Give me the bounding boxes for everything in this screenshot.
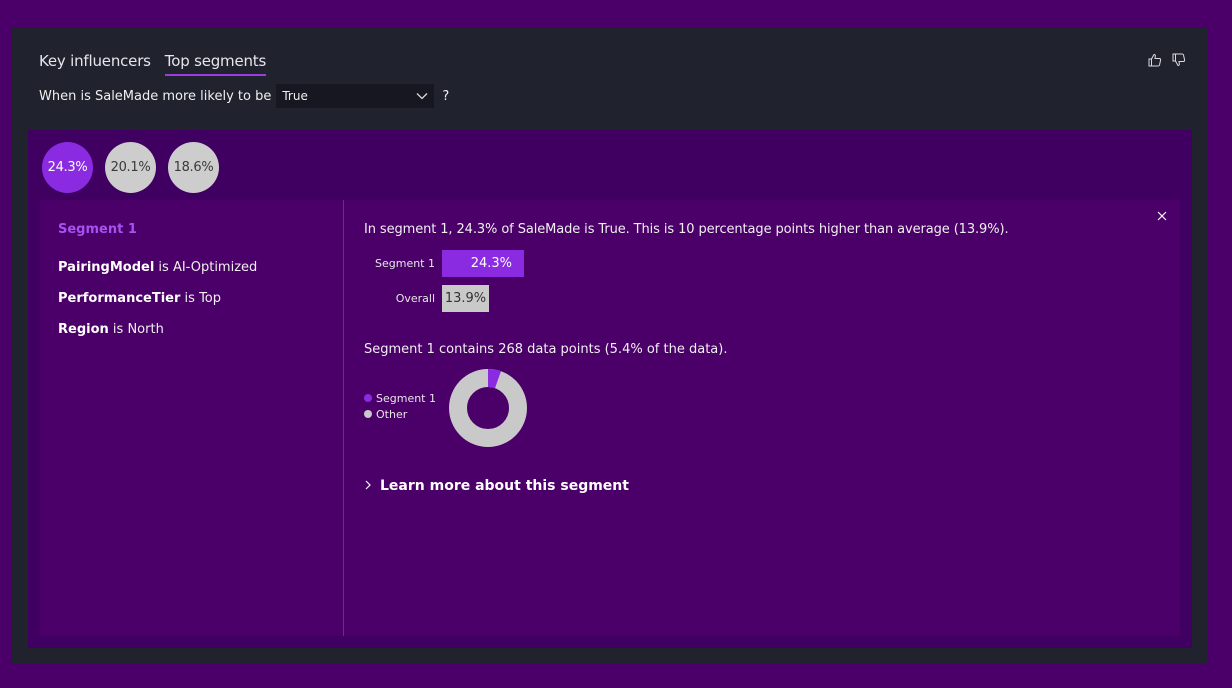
feedback-buttons [1148, 52, 1186, 67]
donut-slice-other [449, 369, 527, 447]
bar-category-label: Segment 1 [375, 257, 435, 270]
segment-statement: In segment 1, 24.3% of SaleMade is True.… [364, 222, 1009, 237]
top-segments-visual: Key influencers Top segments When is Sal… [12, 28, 1208, 664]
legend-item-segment: Segment 1 [364, 390, 436, 406]
thumbs-up-icon[interactable] [1148, 52, 1162, 67]
donut-legend: Segment 1 Other [364, 390, 436, 422]
chevron-down-icon [416, 89, 428, 103]
condition-field: Region [58, 322, 109, 337]
question-row: When is SaleMade more likely to be True … [39, 84, 449, 108]
segments-panel: 24.3% 20.1% 18.6% Segment 1 PairingModel… [28, 130, 1192, 648]
tab-key-influencers[interactable]: Key influencers [39, 52, 151, 76]
condition-field: PerformanceTier [58, 291, 181, 306]
condition-value: North [127, 322, 164, 337]
segment-title: Segment 1 [58, 222, 137, 237]
segment-size-statement: Segment 1 contains 268 data points (5.4%… [364, 342, 728, 357]
learn-more-link[interactable]: Learn more about this segment [364, 478, 629, 494]
thumbs-down-icon[interactable] [1172, 52, 1186, 67]
bar-value-label: 13.9% [444, 291, 487, 306]
segment-condition: Region is North [58, 322, 164, 337]
segment-stats-pane: In segment 1, 24.3% of SaleMade is True.… [364, 200, 1180, 636]
condition-op: is [184, 291, 195, 306]
segment-detail-card: Segment 1 PairingModel is AI-Optimized P… [40, 200, 1180, 636]
segment-bubbles: 24.3% 20.1% 18.6% [42, 142, 219, 193]
condition-op: is [112, 322, 124, 337]
tab-top-segments[interactable]: Top segments [164, 52, 266, 76]
dropdown-selected-value: True [282, 89, 308, 103]
target-value-dropdown[interactable]: True [276, 84, 435, 108]
segment-conditions-pane: Segment 1 PairingModel is AI-Optimized P… [40, 200, 344, 636]
legend-label: Segment 1 [376, 391, 436, 405]
condition-field: PairingModel [58, 260, 155, 275]
legend-label: Other [376, 407, 408, 421]
bar-overall: 13.9% [442, 285, 489, 312]
condition-op: is [158, 260, 169, 275]
bar-row-segment: Segment 1 24.3% [364, 250, 524, 277]
bar-segment-1: 24.3% [442, 250, 524, 277]
question-suffix: ? [442, 88, 450, 104]
condition-value: Top [199, 291, 222, 306]
question-prefix: When is SaleMade more likely to be [39, 88, 272, 104]
segment-condition: PairingModel is AI-Optimized [58, 260, 257, 275]
legend-item-other: Other [364, 406, 436, 422]
bar-category-label: Overall [395, 292, 435, 305]
close-icon[interactable] [1154, 208, 1170, 224]
legend-dot [364, 394, 372, 402]
learn-more-label: Learn more about this segment [380, 478, 629, 494]
chevron-right-icon [364, 479, 372, 493]
condition-value: AI-Optimized [172, 260, 258, 275]
segment-condition: PerformanceTier is Top [58, 291, 221, 306]
legend-dot [364, 410, 372, 418]
segment-bubble-3[interactable]: 18.6% [168, 142, 219, 193]
segment-bubble-1[interactable]: 24.3% [42, 142, 93, 193]
segment-bubble-2[interactable]: 20.1% [105, 142, 156, 193]
tab-bar: Key influencers Top segments [39, 52, 266, 76]
segment-share-donut [449, 369, 527, 447]
bar-row-overall: Overall 13.9% [364, 285, 489, 312]
bar-value-label: 24.3% [470, 256, 512, 271]
